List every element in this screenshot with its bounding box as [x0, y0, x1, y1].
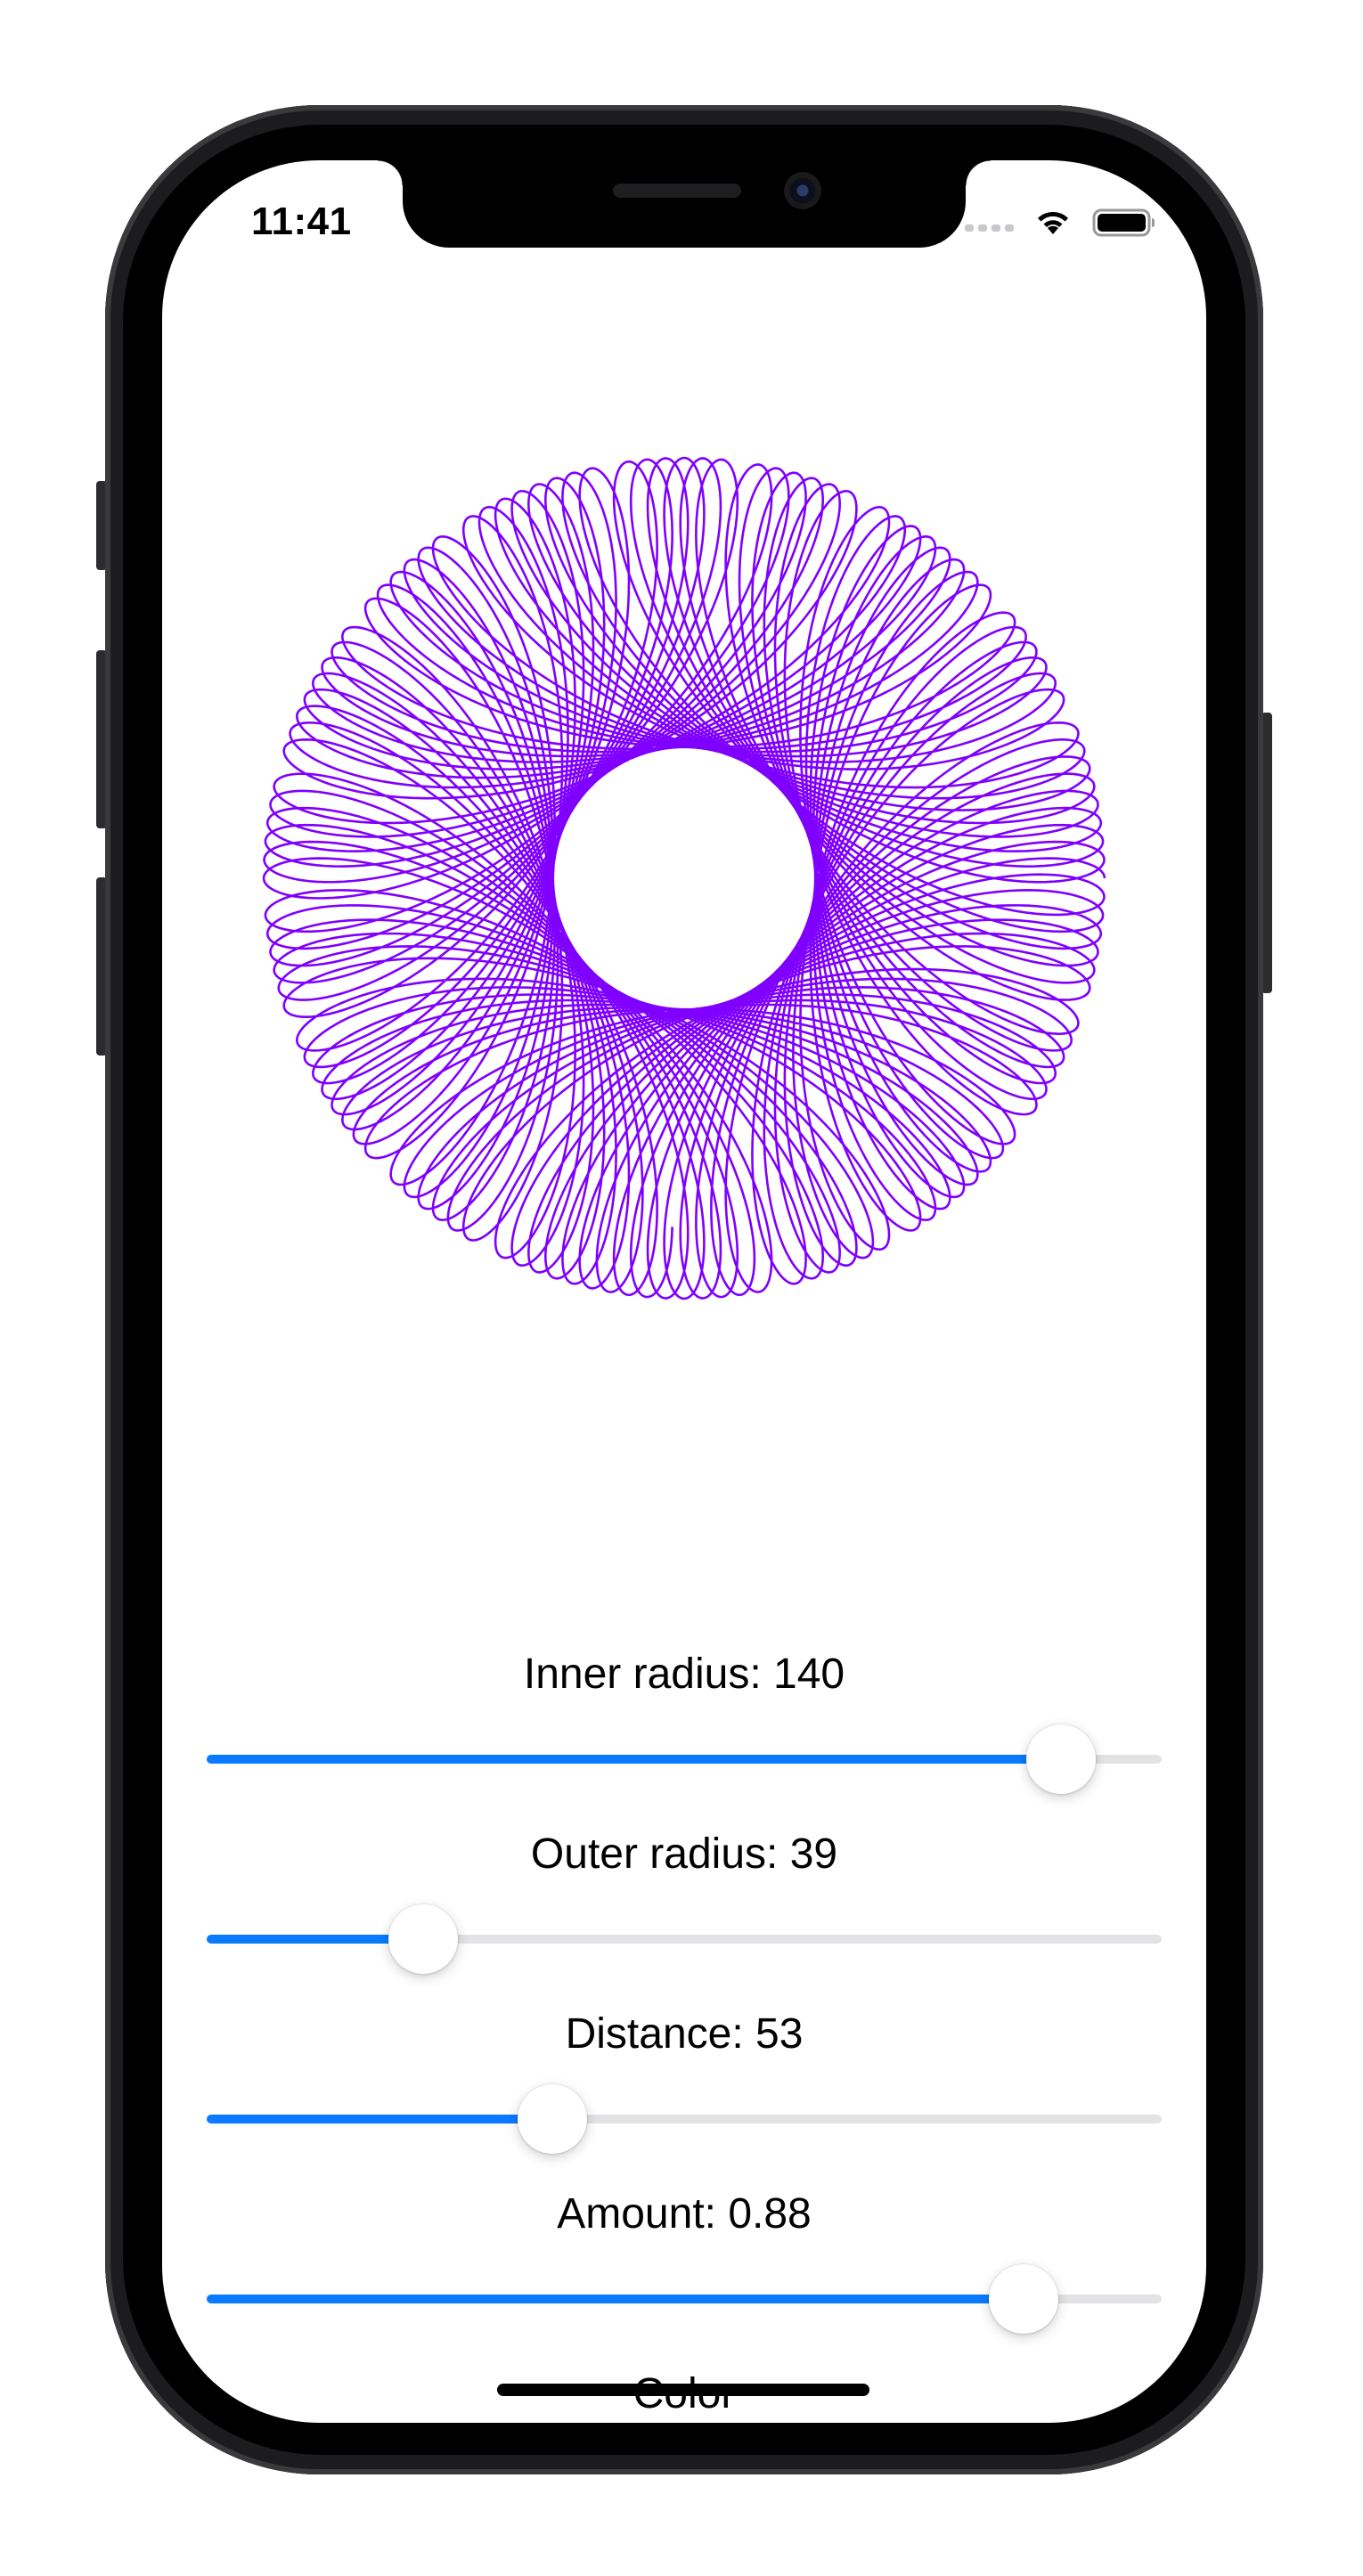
- amount-label: Amount: 0.88: [557, 2190, 812, 2238]
- inner-radius-slider-thumb[interactable]: [1026, 1724, 1097, 1794]
- inner-radius-label: Inner radius: 140: [523, 1651, 845, 1698]
- spirograph-curve: [262, 456, 1106, 1300]
- spirograph-canvas: [260, 454, 1108, 1302]
- outer-radius-slider-thumb[interactable]: [388, 1904, 459, 1974]
- battery-icon: [1092, 208, 1155, 237]
- status-icons: [965, 205, 1156, 240]
- speaker-grille: [613, 183, 741, 198]
- amount-slider-fill: [207, 2295, 1024, 2303]
- status-time: 11:41: [251, 200, 352, 243]
- device-notch: [378, 160, 991, 248]
- amount-control: Amount: 0.88: [207, 2188, 1162, 2334]
- distance-slider-track[interactable]: [207, 2115, 1162, 2124]
- inner-radius-slider-fill: [207, 1755, 1062, 1764]
- inner-radius-control: Inner radius: 140: [207, 1648, 1162, 1794]
- distance-slider-thumb[interactable]: [518, 2084, 588, 2154]
- distance-slider-fill: [207, 2115, 553, 2124]
- wifi-icon: [1038, 211, 1068, 234]
- outer-radius-slider-track[interactable]: [207, 1935, 1162, 1944]
- home-indicator: [497, 2384, 869, 2396]
- inner-radius-slider-track[interactable]: [207, 1755, 1162, 1764]
- amount-slider-thumb[interactable]: [988, 2264, 1058, 2334]
- app-screen: 11:41 Inner radius: 140 Outer radius: 39…: [162, 160, 1206, 2423]
- outer-radius-control: Outer radius: 39: [207, 1828, 1162, 1974]
- signal-dots-icon: [965, 214, 1014, 232]
- outer-radius-label: Outer radius: 39: [530, 1830, 838, 1878]
- front-camera: [784, 172, 821, 209]
- spirograph-drawing: [262, 456, 1106, 1300]
- distance-control: Distance: 53: [207, 2008, 1162, 2154]
- distance-label: Distance: 53: [565, 2010, 804, 2058]
